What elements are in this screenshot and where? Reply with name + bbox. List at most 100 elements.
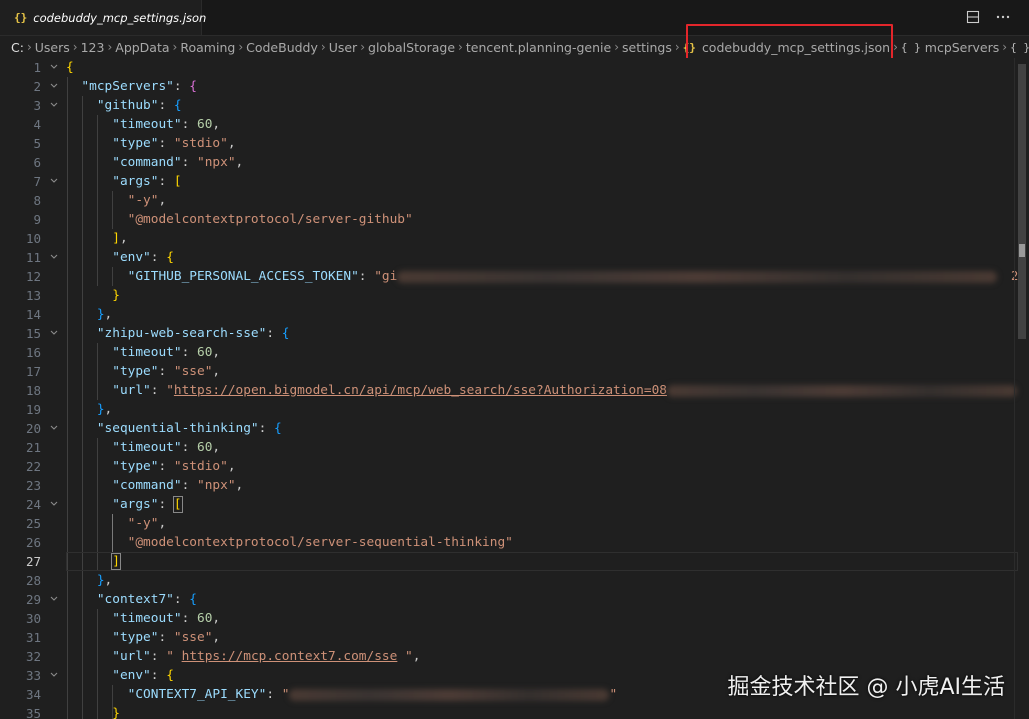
line-number: 33 (25, 668, 41, 683)
code-line: 26 "@modelcontextprotocol/server-sequent… (0, 533, 1029, 552)
code-text: }, (96, 307, 113, 322)
line-number: 10 (25, 231, 41, 246)
code-text: "command": "npx", (112, 155, 244, 170)
code-line: 35 } (0, 704, 1029, 719)
code-line: 20 "sequential-thinking": { (0, 419, 1029, 438)
fold-chevron-icon[interactable] (49, 499, 59, 509)
code-line: 31 "type": "sse", (0, 628, 1029, 647)
code-text: "type": "sse", (112, 364, 221, 379)
breadcrumb-item[interactable]: 123 (81, 40, 105, 55)
code-text: "sequential-thinking": { (96, 421, 282, 436)
code-text: "github": { (96, 98, 182, 113)
breadcrumb-symbol-label: mcpServers (924, 39, 1000, 55)
line-number: 15 (25, 326, 41, 341)
code-line: 2 "mcpServers": { (0, 77, 1029, 96)
code-text: "env": { (112, 250, 174, 265)
fold-chevron-icon[interactable] (49, 62, 59, 72)
code-text: ], (112, 231, 128, 246)
code-text: "context7": { (96, 592, 198, 607)
line-number: 13 (25, 288, 41, 303)
line-number: 28 (25, 573, 41, 588)
line-number: 9 (33, 212, 41, 227)
breadcrumb-item[interactable]: AppData (115, 40, 169, 55)
code-line: 22 "type": "stdio", (0, 457, 1029, 476)
code-line: 29 "context7": { (0, 590, 1029, 609)
url-link[interactable]: https://open.bigmodel.cn/api/mcp/web_sea… (174, 383, 667, 398)
code-text: { (66, 60, 74, 75)
redacted-token (289, 688, 610, 701)
line-number: 25 (25, 516, 41, 531)
url-link[interactable]: https://mcp.context7.com/sse (182, 649, 398, 664)
line-number: 17 (25, 364, 41, 379)
line-number: 2 (33, 79, 41, 94)
code-line: 12 "GITHUB_PERSONAL_ACCESS_TOKEN": "gi 2 (0, 267, 1029, 286)
fold-chevron-icon[interactable] (49, 100, 59, 110)
watermark: 掘金技术社区 @ 小虎AI生活 (727, 675, 1005, 700)
vertical-scrollbar[interactable] (1014, 58, 1029, 719)
breadcrumb-item[interactable]: settings (622, 40, 672, 55)
chevron-right-icon: › (893, 40, 898, 54)
breadcrumb-item[interactable]: User (329, 40, 358, 55)
redacted-token (667, 384, 1017, 397)
code-text: "type": "sse", (112, 630, 221, 645)
code-line: 10 ], (0, 229, 1029, 248)
code-text: "timeout": 60, (112, 345, 221, 360)
line-number: 7 (33, 174, 41, 189)
line-number: 5 (33, 136, 41, 151)
breadcrumb-symbol[interactable]: { } mcpServers (901, 40, 999, 55)
code-line: 30 "timeout": 60, (0, 609, 1029, 628)
chevron-right-icon: › (107, 40, 113, 54)
breadcrumb-item[interactable]: globalStorage (368, 40, 455, 55)
code-line: 25 "-y", (0, 514, 1029, 533)
line-number: 32 (25, 649, 41, 664)
code-line: 13 } (0, 286, 1029, 305)
breadcrumb-item[interactable]: Roaming (180, 40, 235, 55)
more-actions-icon[interactable] (995, 9, 1011, 25)
breadcrumb-item[interactable]: Users (35, 40, 70, 55)
code-text: "zhipu-web-search-sse": { (96, 326, 290, 341)
fold-chevron-icon[interactable] (49, 252, 59, 262)
breadcrumb-symbol-more[interactable]: { } (1010, 41, 1029, 54)
chevron-right-icon: › (320, 40, 326, 54)
line-number: 21 (25, 440, 41, 455)
fold-chevron-icon[interactable] (49, 594, 59, 604)
code-line: 24 "args": [ (0, 495, 1029, 514)
breadcrumb-item[interactable]: tencent.planning-genie (466, 40, 611, 55)
code-text: "@modelcontextprotocol/server-github" (127, 212, 413, 227)
breadcrumb-item[interactable]: CodeBuddy (246, 40, 318, 55)
fold-chevron-icon[interactable] (49, 328, 59, 338)
code-line: 15 "zhipu-web-search-sse": { (0, 324, 1029, 343)
line-number: 27 (25, 554, 41, 569)
code-line: 8 "-y", (0, 191, 1029, 210)
code-line: 17 "type": "sse", (0, 362, 1029, 381)
fold-chevron-icon[interactable] (49, 176, 59, 186)
code-text: "url": " https://mcp.context7.com/sse ", (112, 649, 421, 664)
chevron-right-icon: › (614, 40, 620, 54)
line-number: 1 (33, 60, 41, 75)
breadcrumb-item[interactable]: C: (11, 40, 24, 55)
chevron-right-icon: › (72, 40, 78, 54)
line-number: 30 (25, 611, 41, 626)
code-text: "timeout": 60, (112, 611, 221, 626)
code-text: "mcpServers": { (81, 79, 198, 94)
fold-chevron-icon[interactable] (49, 81, 59, 91)
split-editor-icon[interactable] (965, 9, 981, 25)
code-text: "@modelcontextprotocol/server-sequential… (127, 535, 513, 550)
code-line: 7 "args": [ (0, 172, 1029, 191)
tab-label: codebuddy_mcp_settings.json (33, 10, 207, 25)
object-symbol-icon: { } (900, 40, 921, 54)
code-text: "-y", (127, 516, 167, 531)
scrollbar-cursor-marker (1019, 244, 1025, 257)
fold-chevron-icon[interactable] (49, 423, 59, 433)
code-line: 23 "command": "npx", (0, 476, 1029, 495)
code-editor[interactable]: 1 { 2 "mcpServers": { 3 "github": { 4 "t… (0, 58, 1029, 719)
code-text: "timeout": 60, (112, 117, 221, 132)
scrollbar-thumb[interactable] (1018, 64, 1026, 339)
code-text: "-y", (127, 193, 167, 208)
line-number: 22 (25, 459, 41, 474)
tab-codebuddy-mcp-settings[interactable]: {} codebuddy_mcp_settings.json (0, 0, 206, 35)
code-text: "type": "stdio", (112, 459, 236, 474)
line-number: 31 (25, 630, 41, 645)
fold-chevron-icon[interactable] (49, 670, 59, 680)
code-text: "CONTEXT7_API_KEY": " " (127, 687, 618, 702)
